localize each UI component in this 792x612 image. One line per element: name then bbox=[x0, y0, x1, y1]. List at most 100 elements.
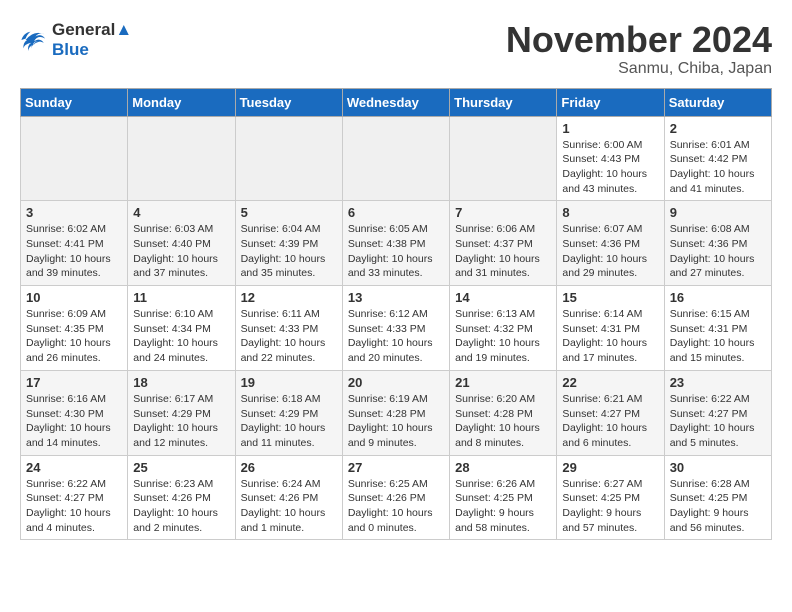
calendar-cell: 25Sunrise: 6:23 AM Sunset: 4:26 PM Dayli… bbox=[128, 455, 235, 540]
day-number: 28 bbox=[455, 460, 551, 475]
day-number: 15 bbox=[562, 290, 658, 305]
calendar-cell: 26 Sunrise: 6:24 AM Sunset: 4:26 PM Dayli… bbox=[235, 455, 342, 540]
day-info: Sunrise: 6:21 AM Sunset: 4:27 PM Dayligh… bbox=[562, 392, 658, 451]
calendar-cell: 12 Sunrise: 6:11 AM Sunset: 4:33 PM Dayli… bbox=[235, 286, 342, 371]
calendar-cell: 17Sunrise: 6:16 AM Sunset: 4:30 PM Dayli… bbox=[21, 370, 128, 455]
logo-icon bbox=[20, 26, 48, 54]
day-info: Sunrise: 6:12 AM Sunset: 4:33 PM Dayligh… bbox=[348, 307, 444, 366]
day-info: Sunrise: 6:02 AM Sunset: 4:41 PM Dayligh… bbox=[26, 222, 122, 281]
day-info: Sunrise: 6:05 AM Sunset: 4:38 PM Dayligh… bbox=[348, 222, 444, 281]
day-number: 19 bbox=[241, 375, 337, 390]
day-number: 18 bbox=[133, 375, 229, 390]
day-number: 2 bbox=[670, 121, 766, 136]
calendar-header: Sunday Monday Tuesday Wednesday Thursday… bbox=[21, 88, 772, 116]
day-info: Sunrise: 6:25 AM Sunset: 4:26 PM Dayligh… bbox=[348, 477, 444, 536]
day-number: 7 bbox=[455, 205, 551, 220]
day-info: Sunrise: 6:07 AM Sunset: 4:36 PM Dayligh… bbox=[562, 222, 658, 281]
logo-line2: Blue bbox=[52, 40, 132, 60]
calendar-cell: 3 Sunrise: 6:02 AM Sunset: 4:41 PM Daylig… bbox=[21, 201, 128, 286]
calendar-week-5: 24 Sunrise: 6:22 AM Sunset: 4:27 PM Dayli… bbox=[21, 455, 772, 540]
day-info: Sunrise: 6:04 AM Sunset: 4:39 PM Dayligh… bbox=[241, 222, 337, 281]
calendar-week-1: 1 Sunrise: 6:00 AM Sunset: 4:43 PM Daylig… bbox=[21, 116, 772, 201]
calendar-cell: 5 Sunrise: 6:04 AM Sunset: 4:39 PM Daylig… bbox=[235, 201, 342, 286]
day-number: 16 bbox=[670, 290, 766, 305]
logo-line1: General▲ bbox=[52, 20, 132, 40]
day-info: Sunrise: 6:03 AM Sunset: 4:40 PM Dayligh… bbox=[133, 222, 229, 281]
calendar-cell bbox=[342, 116, 449, 201]
day-info: Sunrise: 6:27 AM Sunset: 4:25 PM Dayligh… bbox=[562, 477, 658, 536]
calendar-cell: 20 Sunrise: 6:19 AM Sunset: 4:28 PM Dayli… bbox=[342, 370, 449, 455]
day-info: Sunrise: 6:18 AM Sunset: 4:29 PM Dayligh… bbox=[241, 392, 337, 451]
weekday-row: Sunday Monday Tuesday Wednesday Thursday… bbox=[21, 88, 772, 116]
day-number: 13 bbox=[348, 290, 444, 305]
day-number: 20 bbox=[348, 375, 444, 390]
day-info: Sunrise: 6:23 AM Sunset: 4:26 PM Dayligh… bbox=[133, 477, 229, 536]
day-info: Sunrise: 6:00 AM Sunset: 4:43 PM Dayligh… bbox=[562, 138, 658, 197]
day-info: Sunrise: 6:15 AM Sunset: 4:31 PM Dayligh… bbox=[670, 307, 766, 366]
location: Sanmu, Chiba, Japan bbox=[506, 60, 772, 78]
day-number: 30 bbox=[670, 460, 766, 475]
day-number: 1 bbox=[562, 121, 658, 136]
day-info: Sunrise: 6:11 AM Sunset: 4:33 PM Dayligh… bbox=[241, 307, 337, 366]
logo: General▲ Blue bbox=[20, 20, 132, 60]
day-number: 6 bbox=[348, 205, 444, 220]
calendar-cell: 13 Sunrise: 6:12 AM Sunset: 4:33 PM Dayli… bbox=[342, 286, 449, 371]
day-info: Sunrise: 6:20 AM Sunset: 4:28 PM Dayligh… bbox=[455, 392, 551, 451]
calendar-week-4: 17Sunrise: 6:16 AM Sunset: 4:30 PM Dayli… bbox=[21, 370, 772, 455]
calendar-cell bbox=[21, 116, 128, 201]
calendar-table: Sunday Monday Tuesday Wednesday Thursday… bbox=[20, 88, 772, 541]
day-number: 22 bbox=[562, 375, 658, 390]
col-sunday: Sunday bbox=[21, 88, 128, 116]
day-number: 14 bbox=[455, 290, 551, 305]
day-info: Sunrise: 6:28 AM Sunset: 4:25 PM Dayligh… bbox=[670, 477, 766, 536]
day-number: 12 bbox=[241, 290, 337, 305]
calendar-cell: 28Sunrise: 6:26 AM Sunset: 4:25 PM Dayli… bbox=[450, 455, 557, 540]
day-info: Sunrise: 6:01 AM Sunset: 4:42 PM Dayligh… bbox=[670, 138, 766, 197]
day-info: Sunrise: 6:17 AM Sunset: 4:29 PM Dayligh… bbox=[133, 392, 229, 451]
day-number: 3 bbox=[26, 205, 122, 220]
day-number: 5 bbox=[241, 205, 337, 220]
calendar-cell: 29 Sunrise: 6:27 AM Sunset: 4:25 PM Dayli… bbox=[557, 455, 664, 540]
day-number: 11 bbox=[133, 290, 229, 305]
calendar-body: 1 Sunrise: 6:00 AM Sunset: 4:43 PM Daylig… bbox=[21, 116, 772, 540]
header: General▲ Blue November 2024 Sanmu, Chiba… bbox=[20, 20, 772, 78]
calendar-cell: 1 Sunrise: 6:00 AM Sunset: 4:43 PM Daylig… bbox=[557, 116, 664, 201]
day-info: Sunrise: 6:06 AM Sunset: 4:37 PM Dayligh… bbox=[455, 222, 551, 281]
calendar-cell: 27 Sunrise: 6:25 AM Sunset: 4:26 PM Dayli… bbox=[342, 455, 449, 540]
day-number: 10 bbox=[26, 290, 122, 305]
day-number: 24 bbox=[26, 460, 122, 475]
calendar-cell: 15Sunrise: 6:14 AM Sunset: 4:31 PM Dayli… bbox=[557, 286, 664, 371]
day-number: 21 bbox=[455, 375, 551, 390]
day-info: Sunrise: 6:22 AM Sunset: 4:27 PM Dayligh… bbox=[670, 392, 766, 451]
day-info: Sunrise: 6:08 AM Sunset: 4:36 PM Dayligh… bbox=[670, 222, 766, 281]
day-info: Sunrise: 6:19 AM Sunset: 4:28 PM Dayligh… bbox=[348, 392, 444, 451]
calendar-cell: 19 Sunrise: 6:18 AM Sunset: 4:29 PM Dayli… bbox=[235, 370, 342, 455]
calendar-cell: 14 Sunrise: 6:13 AM Sunset: 4:32 PM Dayli… bbox=[450, 286, 557, 371]
calendar-cell: 18 Sunrise: 6:17 AM Sunset: 4:29 PM Dayli… bbox=[128, 370, 235, 455]
day-info: Sunrise: 6:13 AM Sunset: 4:32 PM Dayligh… bbox=[455, 307, 551, 366]
calendar-cell: 9 Sunrise: 6:08 AM Sunset: 4:36 PM Daylig… bbox=[664, 201, 771, 286]
day-number: 27 bbox=[348, 460, 444, 475]
day-number: 26 bbox=[241, 460, 337, 475]
calendar-cell: 11 Sunrise: 6:10 AM Sunset: 4:34 PM Dayli… bbox=[128, 286, 235, 371]
day-number: 9 bbox=[670, 205, 766, 220]
day-info: Sunrise: 6:22 AM Sunset: 4:27 PM Dayligh… bbox=[26, 477, 122, 536]
calendar-cell: 30 Sunrise: 6:28 AM Sunset: 4:25 PM Dayli… bbox=[664, 455, 771, 540]
calendar-cell: 2 Sunrise: 6:01 AM Sunset: 4:42 PM Daylig… bbox=[664, 116, 771, 201]
col-wednesday: Wednesday bbox=[342, 88, 449, 116]
calendar-cell: 21 Sunrise: 6:20 AM Sunset: 4:28 PM Dayli… bbox=[450, 370, 557, 455]
day-info: Sunrise: 6:24 AM Sunset: 4:26 PM Dayligh… bbox=[241, 477, 337, 536]
calendar-cell bbox=[235, 116, 342, 201]
calendar-week-3: 10 Sunrise: 6:09 AM Sunset: 4:35 PM Dayli… bbox=[21, 286, 772, 371]
day-info: Sunrise: 6:10 AM Sunset: 4:34 PM Dayligh… bbox=[133, 307, 229, 366]
month-title: November 2024 bbox=[506, 20, 772, 60]
calendar-cell: 6 Sunrise: 6:05 AM Sunset: 4:38 PM Daylig… bbox=[342, 201, 449, 286]
title-block: November 2024 Sanmu, Chiba, Japan bbox=[506, 20, 772, 78]
day-info: Sunrise: 6:09 AM Sunset: 4:35 PM Dayligh… bbox=[26, 307, 122, 366]
calendar-cell: 22 Sunrise: 6:21 AM Sunset: 4:27 PM Dayli… bbox=[557, 370, 664, 455]
calendar-cell bbox=[128, 116, 235, 201]
calendar-cell: 23Sunrise: 6:22 AM Sunset: 4:27 PM Dayli… bbox=[664, 370, 771, 455]
day-number: 29 bbox=[562, 460, 658, 475]
calendar-week-2: 3 Sunrise: 6:02 AM Sunset: 4:41 PM Daylig… bbox=[21, 201, 772, 286]
day-info: Sunrise: 6:16 AM Sunset: 4:30 PM Dayligh… bbox=[26, 392, 122, 451]
